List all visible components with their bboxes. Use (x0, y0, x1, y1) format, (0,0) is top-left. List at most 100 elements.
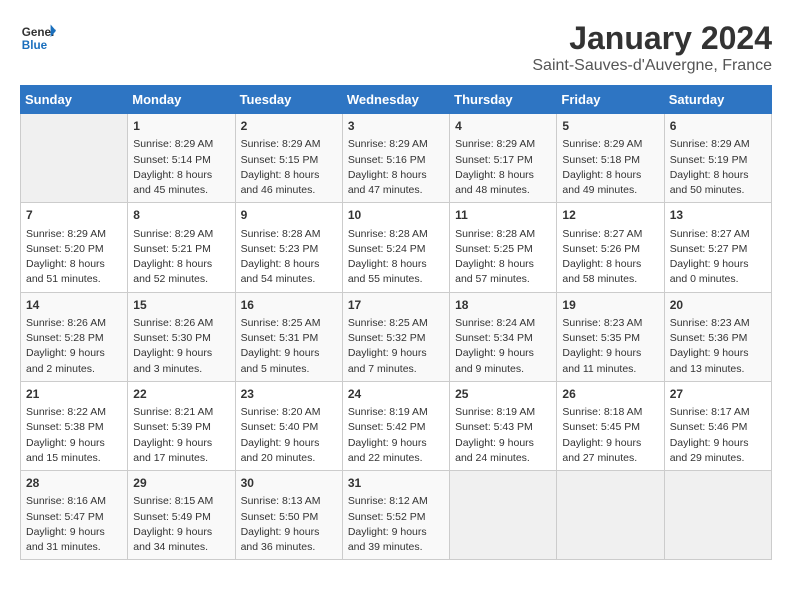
calendar-cell: 27 Sunrise: 8:17 AMSunset: 5:46 PMDayligh… (664, 381, 771, 470)
calendar-week-row: 14 Sunrise: 8:26 AMSunset: 5:28 PMDayligh… (21, 292, 772, 381)
calendar-cell: 30 Sunrise: 8:13 AMSunset: 5:50 PMDayligh… (235, 471, 342, 560)
day-info: Sunrise: 8:29 AMSunset: 5:15 PMDaylight:… (241, 137, 337, 198)
day-number: 1 (133, 118, 229, 135)
day-number: 2 (241, 118, 337, 135)
calendar-cell: 14 Sunrise: 8:26 AMSunset: 5:28 PMDayligh… (21, 292, 128, 381)
day-number: 3 (348, 118, 444, 135)
calendar-table: SundayMondayTuesdayWednesdayThursdayFrid… (20, 85, 772, 560)
day-number: 10 (348, 207, 444, 224)
day-number: 15 (133, 297, 229, 314)
calendar-week-row: 21 Sunrise: 8:22 AMSunset: 5:38 PMDayligh… (21, 381, 772, 470)
day-info: Sunrise: 8:27 AMSunset: 5:27 PMDaylight:… (670, 227, 766, 288)
weekday-header-saturday: Saturday (664, 86, 771, 114)
day-number: 29 (133, 475, 229, 492)
calendar-cell: 5Sunrise: 8:29 AMSunset: 5:18 PMDaylight… (557, 114, 664, 203)
day-number: 23 (241, 386, 337, 403)
calendar-week-row: 7 Sunrise: 8:29 AMSunset: 5:20 PMDaylight… (21, 203, 772, 292)
calendar-cell: 1 Sunrise: 8:29 AMSunset: 5:14 PMDaylight… (128, 114, 235, 203)
calendar-cell: 31Sunrise: 8:12 AMSunset: 5:52 PMDayligh… (342, 471, 449, 560)
day-number: 28 (26, 475, 122, 492)
calendar-cell: 13 Sunrise: 8:27 AMSunset: 5:27 PMDayligh… (664, 203, 771, 292)
day-info: Sunrise: 8:12 AMSunset: 5:52 PMDaylight:… (348, 494, 444, 555)
calendar-cell: 17Sunrise: 8:25 AMSunset: 5:32 PMDayligh… (342, 292, 449, 381)
day-info: Sunrise: 8:13 AMSunset: 5:50 PMDaylight:… (241, 494, 337, 555)
day-number: 18 (455, 297, 551, 314)
day-info: Sunrise: 8:29 AMSunset: 5:16 PMDaylight:… (348, 137, 444, 198)
weekday-header-monday: Monday (128, 86, 235, 114)
day-number: 25 (455, 386, 551, 403)
calendar-cell: 10Sunrise: 8:28 AMSunset: 5:24 PMDayligh… (342, 203, 449, 292)
page-title: January 2024 (532, 20, 772, 57)
day-info: Sunrise: 8:29 AMSunset: 5:14 PMDaylight:… (133, 137, 229, 198)
calendar-cell: 23 Sunrise: 8:20 AMSunset: 5:40 PMDayligh… (235, 381, 342, 470)
calendar-cell (450, 471, 557, 560)
weekday-header-tuesday: Tuesday (235, 86, 342, 114)
day-number: 17 (348, 297, 444, 314)
page-subtitle: Saint-Sauves-d'Auvergne, France (532, 57, 772, 75)
day-info: Sunrise: 8:16 AMSunset: 5:47 PMDaylight:… (26, 494, 122, 555)
day-info: Sunrise: 8:26 AMSunset: 5:28 PMDaylight:… (26, 316, 122, 377)
calendar-cell (664, 471, 771, 560)
logo: General Blue General Blue (20, 20, 56, 56)
title-block: January 2024 Saint-Sauves-d'Auvergne, Fr… (532, 20, 772, 75)
page-header: General Blue General Blue January 2024 S… (20, 20, 772, 75)
day-number: 21 (26, 386, 122, 403)
day-info: Sunrise: 8:28 AMSunset: 5:25 PMDaylight:… (455, 227, 551, 288)
calendar-cell: 22 Sunrise: 8:21 AMSunset: 5:39 PMDayligh… (128, 381, 235, 470)
day-number: 9 (241, 207, 337, 224)
weekday-header-thursday: Thursday (450, 86, 557, 114)
day-number: 27 (670, 386, 766, 403)
calendar-week-row: 28 Sunrise: 8:16 AMSunset: 5:47 PMDayligh… (21, 471, 772, 560)
calendar-cell: 28 Sunrise: 8:16 AMSunset: 5:47 PMDayligh… (21, 471, 128, 560)
calendar-cell: 6 Sunrise: 8:29 AMSunset: 5:19 PMDaylight… (664, 114, 771, 203)
day-number: 24 (348, 386, 444, 403)
day-number: 5 (562, 118, 658, 135)
calendar-cell: 24 Sunrise: 8:19 AMSunset: 5:42 PMDayligh… (342, 381, 449, 470)
day-info: Sunrise: 8:19 AMSunset: 5:43 PMDaylight:… (455, 405, 551, 466)
day-info: Sunrise: 8:20 AMSunset: 5:40 PMDaylight:… (241, 405, 337, 466)
day-info: Sunrise: 8:27 AMSunset: 5:26 PMDaylight:… (562, 227, 658, 288)
day-info: Sunrise: 8:23 AMSunset: 5:35 PMDaylight:… (562, 316, 658, 377)
day-number: 30 (241, 475, 337, 492)
calendar-cell: 29Sunrise: 8:15 AMSunset: 5:49 PMDayligh… (128, 471, 235, 560)
day-info: Sunrise: 8:21 AMSunset: 5:39 PMDaylight:… (133, 405, 229, 466)
day-number: 7 (26, 207, 122, 224)
calendar-cell: 4 Sunrise: 8:29 AMSunset: 5:17 PMDaylight… (450, 114, 557, 203)
day-number: 19 (562, 297, 658, 314)
day-number: 4 (455, 118, 551, 135)
day-info: Sunrise: 8:29 AMSunset: 5:20 PMDaylight:… (26, 227, 122, 288)
day-info: Sunrise: 8:26 AMSunset: 5:30 PMDaylight:… (133, 316, 229, 377)
calendar-cell (557, 471, 664, 560)
day-number: 14 (26, 297, 122, 314)
day-info: Sunrise: 8:18 AMSunset: 5:45 PMDaylight:… (562, 405, 658, 466)
day-info: Sunrise: 8:23 AMSunset: 5:36 PMDaylight:… (670, 316, 766, 377)
calendar-cell: 15 Sunrise: 8:26 AMSunset: 5:30 PMDayligh… (128, 292, 235, 381)
day-info: Sunrise: 8:19 AMSunset: 5:42 PMDaylight:… (348, 405, 444, 466)
day-number: 11 (455, 207, 551, 224)
calendar-cell: 25 Sunrise: 8:19 AMSunset: 5:43 PMDayligh… (450, 381, 557, 470)
logo-icon: General Blue (20, 20, 56, 56)
day-info: Sunrise: 8:22 AMSunset: 5:38 PMDaylight:… (26, 405, 122, 466)
calendar-cell: 20Sunrise: 8:23 AMSunset: 5:36 PMDayligh… (664, 292, 771, 381)
day-info: Sunrise: 8:29 AMSunset: 5:19 PMDaylight:… (670, 137, 766, 198)
day-info: Sunrise: 8:29 AMSunset: 5:17 PMDaylight:… (455, 137, 551, 198)
day-info: Sunrise: 8:25 AMSunset: 5:31 PMDaylight:… (241, 316, 337, 377)
weekday-header-wednesday: Wednesday (342, 86, 449, 114)
day-info: Sunrise: 8:17 AMSunset: 5:46 PMDaylight:… (670, 405, 766, 466)
day-number: 26 (562, 386, 658, 403)
calendar-cell: 12 Sunrise: 8:27 AMSunset: 5:26 PMDayligh… (557, 203, 664, 292)
calendar-cell: 16 Sunrise: 8:25 AMSunset: 5:31 PMDayligh… (235, 292, 342, 381)
calendar-cell (21, 114, 128, 203)
calendar-cell: 11 Sunrise: 8:28 AMSunset: 5:25 PMDayligh… (450, 203, 557, 292)
day-number: 13 (670, 207, 766, 224)
calendar-week-row: 1 Sunrise: 8:29 AMSunset: 5:14 PMDaylight… (21, 114, 772, 203)
day-number: 8 (133, 207, 229, 224)
day-number: 22 (133, 386, 229, 403)
calendar-cell: 3 Sunrise: 8:29 AMSunset: 5:16 PMDaylight… (342, 114, 449, 203)
day-number: 6 (670, 118, 766, 135)
day-number: 16 (241, 297, 337, 314)
calendar-header-row: SundayMondayTuesdayWednesdayThursdayFrid… (21, 86, 772, 114)
weekday-header-sunday: Sunday (21, 86, 128, 114)
day-number: 12 (562, 207, 658, 224)
day-info: Sunrise: 8:29 AMSunset: 5:21 PMDaylight:… (133, 227, 229, 288)
